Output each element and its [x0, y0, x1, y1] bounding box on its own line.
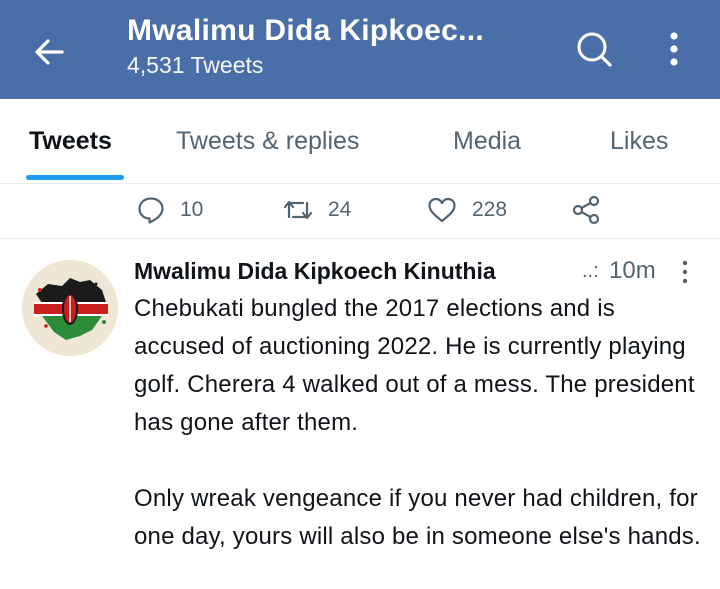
retweet-icon — [283, 200, 313, 220]
kenya-flag-map-avatar-image — [22, 260, 118, 356]
more-vertical-icon — [670, 32, 678, 66]
retweet-count: 24 — [328, 198, 352, 221]
tweet-paragraph: Chebukati bungled the 2017 elections and… — [134, 295, 695, 436]
active-tab-indicator — [26, 175, 124, 180]
tweet[interactable]: Mwalimu Dida Kipkoech Kinuthia ..: 10m C… — [0, 239, 720, 589]
reply-count: 10 — [180, 198, 204, 221]
tweet-paragraph: Only wreak vengeance if you never had ch… — [134, 485, 701, 550]
back-arrow-icon — [35, 39, 64, 65]
reply-icon — [138, 197, 164, 224]
avatar[interactable] — [22, 260, 118, 356]
like-count: 228 — [472, 198, 508, 221]
tab-media[interactable]: Media — [453, 127, 521, 156]
search-button[interactable] — [573, 28, 615, 70]
profile-name-title: Mwalimu Dida Kipkoec... — [127, 14, 484, 47]
header-separator: ..: — [582, 260, 599, 282]
reply-button[interactable]: 10 — [136, 192, 203, 228]
profile-header: Mwalimu Dida Kipkoec... 4,531 Tweets — [0, 0, 720, 99]
share-icon — [572, 195, 600, 225]
tweet-text: Chebukati bungled the 2017 elections and… — [134, 290, 704, 556]
like-button[interactable]: 228 — [426, 192, 507, 228]
search-icon — [577, 32, 612, 67]
retweet-button[interactable]: 24 — [282, 192, 351, 228]
more-options-button[interactable] — [662, 28, 686, 70]
previous-tweet-actions: 10 24 228 — [0, 184, 720, 239]
more-vertical-icon — [682, 260, 688, 284]
tweet-timestamp[interactable]: 10m — [609, 257, 656, 285]
tweet-more-button[interactable] — [679, 258, 691, 288]
tab-tweets[interactable]: Tweets — [29, 127, 112, 156]
profile-tabs: Tweets Tweets & replies Media Likes — [0, 99, 720, 184]
header-title-block: Mwalimu Dida Kipkoec... 4,531 Tweets — [127, 14, 547, 79]
tab-likes[interactable]: Likes — [610, 127, 668, 156]
tweet-header: Mwalimu Dida Kipkoech Kinuthia ..: 10m — [134, 257, 714, 292]
tab-tweets-replies[interactable]: Tweets & replies — [176, 127, 359, 156]
heart-icon — [428, 197, 456, 223]
tweet-count: 4,531 Tweets — [127, 52, 264, 78]
tweet-author-name[interactable]: Mwalimu Dida Kipkoech Kinuthia — [134, 258, 496, 285]
share-button[interactable] — [570, 192, 602, 228]
back-button[interactable] — [28, 30, 72, 74]
